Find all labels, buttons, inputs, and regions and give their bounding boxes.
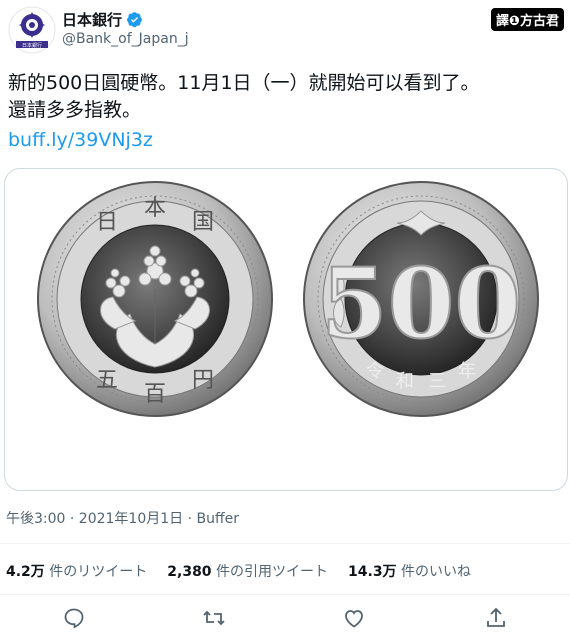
share-icon[interactable] [484, 606, 508, 630]
likes-stat[interactable]: 14.3万 件のいいね [348, 561, 471, 581]
bank-of-japan-logo: 日本銀行 [8, 6, 56, 54]
tweet-text: 新的500日圓硬幣。11月1日（一）就開始可以看到了。 還請多多指教。 [8, 70, 564, 124]
front-top-char-2: 本 [144, 196, 166, 221]
tweet-link[interactable]: buff.ly/39VNj3z [8, 129, 153, 151]
retweets-stat[interactable]: 4.2万 件のリツイート [6, 561, 147, 581]
reply-icon[interactable] [62, 606, 86, 630]
display-name-text[interactable]: 日本銀行 [62, 9, 122, 30]
front-bottom-char-3: 円 [192, 368, 214, 393]
coin-front-image: 日 本 国 五 百 円 [37, 181, 273, 417]
retweet-icon[interactable] [202, 606, 226, 630]
quotes-label: 件の引用ツイート [211, 564, 329, 580]
avatar[interactable]: 日本銀行 [8, 6, 56, 54]
quotes-stat[interactable]: 2,380 件の引用ツイート [167, 561, 328, 581]
engagement-stats: 4.2万 件のリツイート 2,380 件の引用ツイート 14.3万 件のいいね [6, 561, 471, 581]
verified-icon [127, 12, 142, 28]
coin-value: 500 [321, 247, 521, 360]
back-bottom-char-1: 令 [366, 361, 384, 382]
likes-count: 14.3万 [348, 564, 397, 580]
avatar-label: 日本銀行 [22, 42, 42, 49]
tweet-text-line1: 新的500日圓硬幣。11月1日（一）就開始可以看到了。 [8, 72, 480, 94]
back-bottom-char-3: 三 [428, 371, 446, 392]
display-name[interactable]: 日本銀行 [62, 9, 143, 30]
coin-back-image: 500 令 和 三 年 [303, 181, 539, 417]
back-bottom-char-2: 和 [396, 371, 414, 392]
front-bottom-char-1: 五 [96, 368, 118, 393]
divider [0, 594, 570, 595]
back-bottom-char-4: 年 [458, 361, 476, 382]
divider [0, 543, 570, 544]
retweets-count: 4.2万 [6, 564, 45, 580]
front-bottom-char-2: 百 [144, 382, 166, 407]
media-image[interactable]: 日 本 国 五 百 円 500 令 和 三 年 [4, 168, 568, 491]
tweet-timestamp[interactable]: 午後3:00 · 2021年10月1日 · Buffer [6, 508, 239, 528]
user-handle[interactable]: @Bank_of_Japan_j [62, 31, 189, 47]
retweets-label: 件のリツイート [44, 564, 148, 580]
likes-label: 件のいいね [396, 564, 472, 580]
like-icon[interactable] [342, 606, 366, 630]
tweet-text-line2: 還請多多指教。 [8, 99, 142, 121]
front-top-char-3: 国 [192, 210, 214, 235]
translator-watermark: 譯❶方古君 [490, 8, 564, 31]
front-top-char-1: 日 [96, 210, 118, 235]
action-bar [0, 606, 570, 634]
quotes-count: 2,380 [167, 564, 212, 580]
